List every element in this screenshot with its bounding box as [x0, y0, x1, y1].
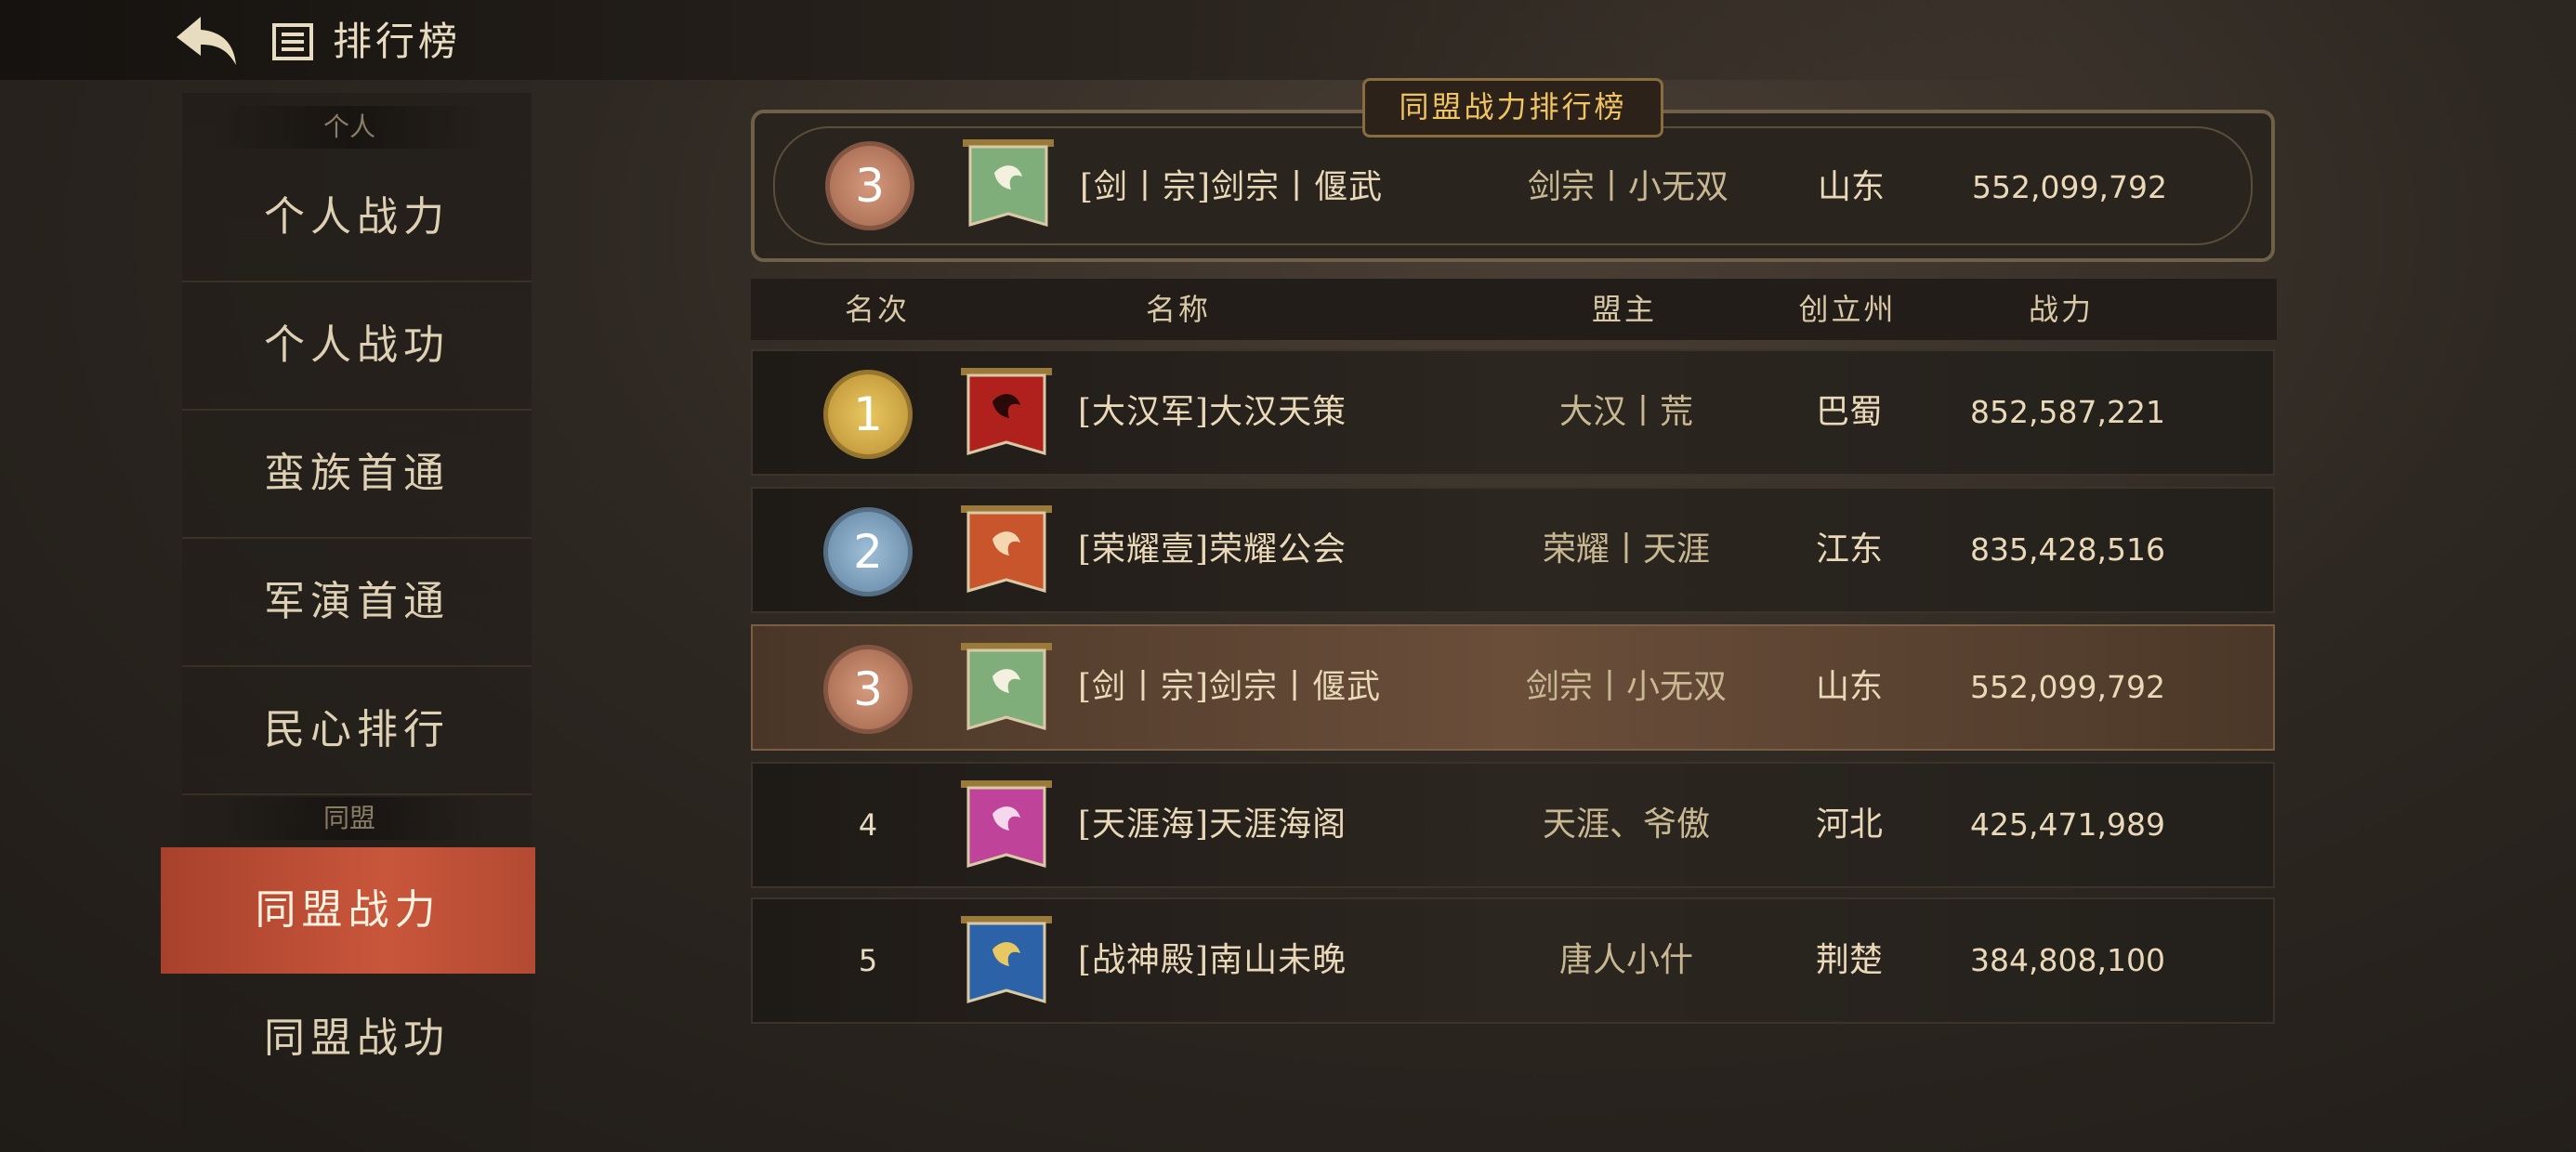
- alliance-leader: 荣耀丨天涯: [1542, 530, 1710, 569]
- alliance-leader: 剑宗丨小无双: [1525, 668, 1727, 706]
- alliance-flag-icon: [961, 505, 1052, 594]
- sidebar-item-alliance-power[interactable]: 同盟战力: [161, 847, 535, 974]
- alliance-flag-icon: [963, 139, 1054, 228]
- my-alliance-state: 山东: [1817, 168, 1885, 206]
- page-title: 排行榜: [333, 19, 462, 64]
- sidebar-item-personal-merit[interactable]: 个人战功: [182, 282, 532, 411]
- alliance-power: 425,471,989: [1970, 806, 2165, 843]
- back-arrow-icon[interactable]: [173, 13, 242, 69]
- alliance-name: [天涯海]天涯海阁: [1078, 805, 1347, 844]
- sidebar-item-personal-power[interactable]: 个人战力: [182, 154, 532, 282]
- alliance-name: [剑丨宗]剑宗丨偃武: [1078, 668, 1382, 706]
- alliance-power: 552,099,792: [1970, 669, 2165, 705]
- section-label-personal: 个人: [210, 106, 489, 149]
- bronze-medal-icon: 3: [823, 645, 913, 734]
- board-title-banner: 同盟战力排行榜: [1362, 78, 1663, 137]
- alliance-name: [战神殿]南山未晚: [1078, 941, 1347, 979]
- my-alliance-name: [剑丨宗]剑宗丨偃武: [1080, 168, 1384, 206]
- table-row[interactable]: 1 [大汉军]大汉天策 大汉丨荒 巴蜀 852,587,221: [751, 349, 2275, 476]
- alliance-flag-icon: [961, 368, 1052, 456]
- col-state: 创立州: [1798, 292, 1897, 327]
- col-leader: 盟主: [1591, 292, 1657, 327]
- alliance-state: 荆楚: [1815, 941, 1883, 979]
- rank-number: 4: [858, 807, 878, 843]
- alliance-flag-icon: [961, 780, 1052, 869]
- sidebar-item-popularity[interactable]: 民心排行: [182, 667, 532, 795]
- alliance-state: 河北: [1815, 805, 1883, 844]
- alliance-flag-icon: [961, 916, 1052, 1004]
- bronze-medal-icon: 3: [825, 141, 914, 230]
- my-alliance-power: 552,099,792: [1972, 169, 2167, 205]
- col-name: 名称: [1145, 292, 1211, 327]
- rank-number: 5: [858, 943, 878, 978]
- alliance-state: 江东: [1815, 530, 1883, 569]
- silver-medal-icon: 2: [823, 507, 913, 596]
- sidebar-item-alliance-merit[interactable]: 同盟战功: [182, 975, 532, 1102]
- my-alliance-leader: 剑宗丨小无双: [1527, 168, 1728, 206]
- alliance-flag-icon: [961, 643, 1052, 731]
- list-icon: [272, 23, 313, 60]
- alliance-name: [大汉军]大汉天策: [1078, 393, 1347, 431]
- alliance-name: [荣耀壹]荣耀公会: [1078, 530, 1347, 569]
- alliance-leader: 天涯、爷傲: [1542, 805, 1710, 844]
- sidebar-item-exercise-first[interactable]: 军演首通: [182, 539, 532, 667]
- table-row[interactable]: 5 [战神殿]南山未晚 唐人小什 荆楚 384,808,100: [751, 897, 2275, 1024]
- alliance-state: 山东: [1815, 668, 1883, 706]
- alliance-power: 384,808,100: [1970, 942, 2165, 978]
- alliance-power: 852,587,221: [1970, 394, 2165, 430]
- table-header: 名次 名称 盟主 创立州 战力: [751, 279, 2277, 340]
- sidebar-item-barbarian-first[interactable]: 蛮族首通: [182, 411, 532, 539]
- col-power: 战力: [2028, 292, 2094, 327]
- table-row[interactable]: 2 [荣耀壹]荣耀公会 荣耀丨天涯 江东 835,428,516: [751, 487, 2275, 613]
- col-rank: 名次: [844, 292, 910, 327]
- alliance-state: 巴蜀: [1815, 393, 1883, 431]
- gold-medal-icon: 1: [823, 370, 913, 459]
- section-label-alliance: 同盟: [210, 797, 489, 840]
- alliance-power: 835,428,516: [1970, 531, 2165, 568]
- alliance-leader: 唐人小什: [1558, 941, 1693, 979]
- table-row-highlighted[interactable]: 3 [剑丨宗]剑宗丨偃武 剑宗丨小无双 山东 552,099,792: [751, 624, 2275, 751]
- table-row[interactable]: 4 [天涯海]天涯海阁 天涯、爷傲 河北 425,471,989: [751, 762, 2275, 888]
- alliance-leader: 大汉丨荒: [1558, 393, 1693, 431]
